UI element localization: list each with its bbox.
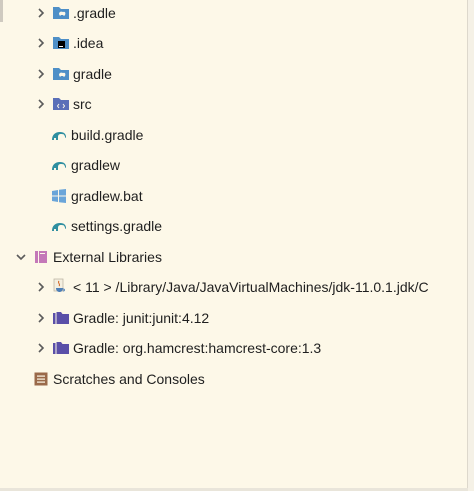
chevron-right-icon[interactable]: [34, 6, 48, 20]
tree-item-label: src: [73, 96, 92, 112]
gradle-elephant-icon: [50, 156, 68, 174]
tree-item-build-gradle[interactable]: build.gradle: [50, 122, 143, 148]
chevron-right-icon[interactable]: [34, 67, 48, 81]
windows-batch-icon: [50, 187, 68, 205]
chevron-down-icon[interactable]: [14, 250, 28, 264]
chevron-right-icon[interactable]: [34, 97, 48, 111]
panel-left-edge: [0, 0, 3, 22]
folder-idea-icon: [52, 34, 70, 52]
source-folder-icon: [52, 95, 70, 113]
vertical-scrollbar[interactable]: [467, 0, 474, 491]
chevron-right-icon[interactable]: [34, 341, 48, 355]
folder-gradle-icon: [52, 65, 70, 83]
library-icon: [32, 248, 50, 266]
tree-item-label: < 11 > /Library/Java/JavaVirtualMachines…: [73, 279, 429, 295]
tree-item-label: gradle: [73, 66, 112, 82]
chevron-right-icon[interactable]: [34, 280, 48, 294]
tree-item-settings-gradle[interactable]: settings.gradle: [50, 213, 162, 239]
scratches-icon: [32, 370, 50, 388]
tree-item-jdk[interactable]: < 11 > /Library/Java/JavaVirtualMachines…: [34, 274, 429, 300]
tree-item-label: External Libraries: [53, 249, 162, 265]
tree-item-gradlew-bat[interactable]: gradlew.bat: [50, 183, 143, 209]
chevron-right-icon[interactable]: [34, 36, 48, 50]
tree-item-label: Gradle: junit:junit:4.12: [73, 310, 210, 326]
tree-item-label: gradlew: [71, 157, 121, 173]
tree-item-scratches-and-consoles[interactable]: Scratches and Consoles: [32, 366, 205, 392]
tree-item-src[interactable]: src: [34, 91, 92, 117]
chevron-right-icon[interactable]: [34, 311, 48, 325]
tree-item-label: settings.gradle: [71, 218, 163, 234]
library-folder-icon: [52, 309, 70, 327]
tree-item-external-libraries[interactable]: External Libraries: [14, 244, 162, 270]
java-cup-icon: [52, 278, 70, 296]
library-folder-icon: [52, 339, 70, 357]
tree-item-gradle-folder[interactable]: gradle: [34, 61, 112, 87]
folder-gradle-icon: [52, 4, 70, 22]
tree-item-label: .idea: [73, 35, 104, 51]
tree-item-gradle-hamcrest[interactable]: Gradle: org.hamcrest:hamcrest-core:1.3: [34, 335, 321, 361]
gradle-elephant-icon: [50, 126, 68, 144]
tree-item-dot-gradle[interactable]: .gradle: [34, 0, 116, 26]
tree-item-label: gradlew.bat: [71, 188, 143, 204]
tree-item-gradlew[interactable]: gradlew: [50, 152, 120, 178]
tree-item-label: Gradle: org.hamcrest:hamcrest-core:1.3: [73, 340, 322, 356]
tree-item-label: Scratches and Consoles: [53, 371, 205, 387]
tree-item-label: .gradle: [73, 5, 116, 21]
tree-item-dot-idea[interactable]: .idea: [34, 30, 103, 56]
tree-item-label: build.gradle: [71, 127, 144, 143]
project-tree-panel: .gradle .idea gradle src build.gradle gr…: [0, 0, 474, 491]
tree-item-gradle-junit[interactable]: Gradle: junit:junit:4.12: [34, 305, 209, 331]
gradle-elephant-icon: [50, 217, 68, 235]
